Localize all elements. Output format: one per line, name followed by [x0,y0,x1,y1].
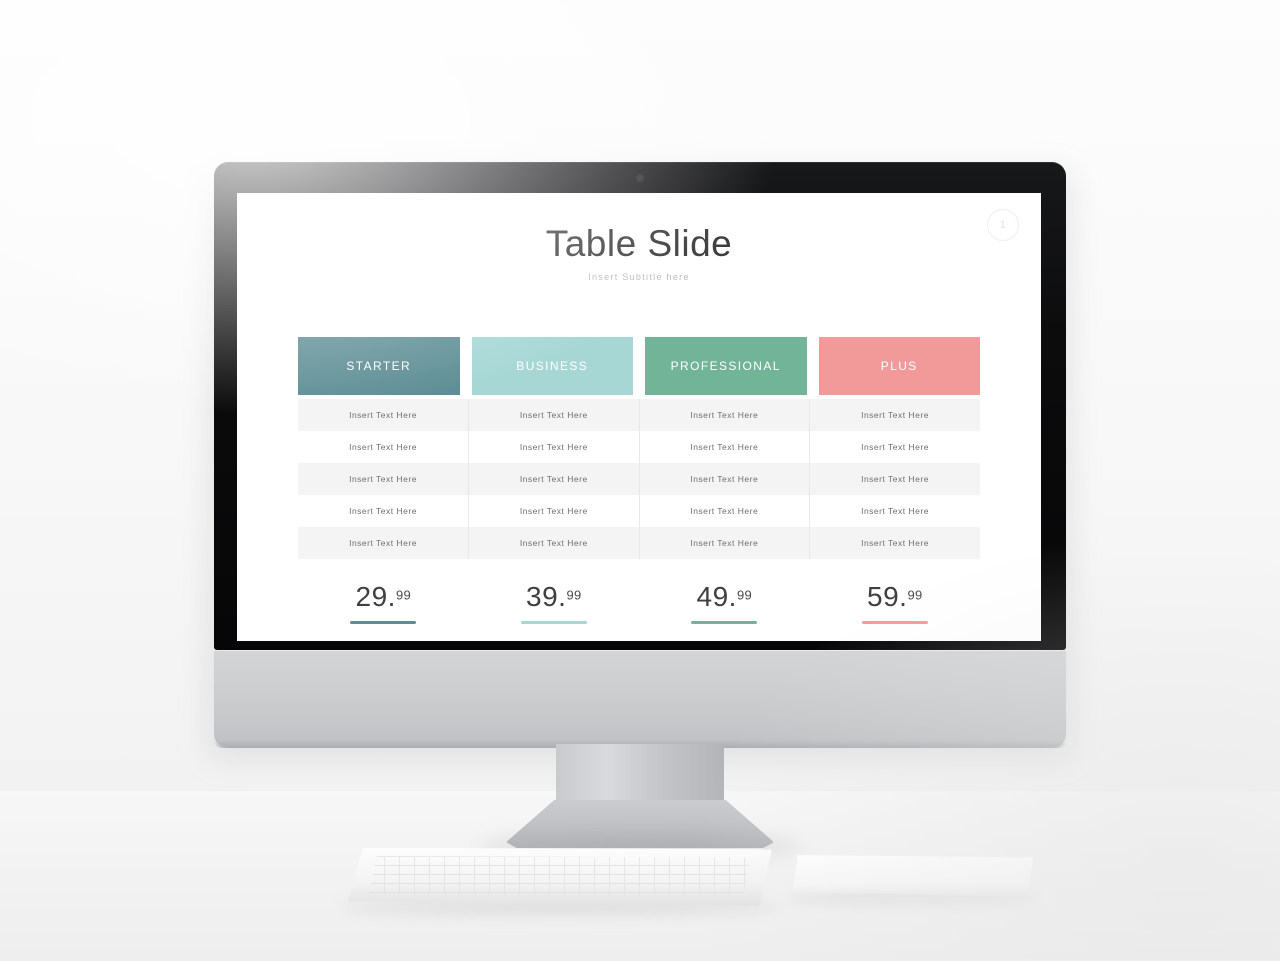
price-underline-bar [520,621,587,624]
table-cell: Insert Text Here [298,431,469,463]
table-row: Insert Text Here Insert Text Here Insert… [298,527,980,559]
presentation-slide: 1 Table Slide Insert Subtitle here START… [237,193,1041,641]
table-cell: Insert Text Here [298,495,469,527]
product-mockup-scene: 1 Table Slide Insert Subtitle here START… [0,0,1280,961]
table-cell: Insert Text Here [809,431,980,463]
price-underline-bar [861,621,928,624]
pricing-table-header-row: STARTER BUSINESS PROFESSIONAL PLUS [298,337,980,395]
table-cell: Insert Text Here [468,527,639,559]
price-plus: 59.99 [810,581,981,624]
table-cell: Insert Text Here [809,463,980,495]
price-cents: 99 [566,587,582,603]
table-cell: Insert Text Here [638,463,810,495]
price-professional: 49.99 [639,581,810,624]
table-cell: Insert Text Here [638,431,810,463]
price-underline-bar [350,621,417,624]
table-cell: Insert Text Here [809,527,980,559]
page-subtitle: Insert Subtitle here [588,272,690,282]
price-cents: 99 [395,587,411,603]
table-cell: Insert Text Here [638,527,810,559]
price-cents: 99 [736,587,752,603]
monitor-chin [214,650,1066,748]
table-cell: Insert Text Here [809,399,980,431]
plan-header-label: PLUS [880,359,918,373]
trackpad-surface [793,855,1033,897]
table-row: Insert Text Here Insert Text Here Insert… [298,495,980,527]
table-cell: Insert Text Here [298,527,469,559]
price-amount: 29. [355,581,396,612]
monitor-screen: 1 Table Slide Insert Subtitle here START… [237,193,1041,641]
table-cell: Insert Text Here [468,463,639,495]
plan-header-label: STARTER [346,359,412,373]
plan-header-label: PROFESSIONAL [670,359,781,373]
table-row: Insert Text Here Insert Text Here Insert… [298,399,980,431]
price-amount: 49. [696,581,737,612]
keyboard-keys [369,856,751,897]
pricing-row: 29.99 39.99 49.99 59.99 [298,581,980,624]
table-cell: Insert Text Here [298,463,469,495]
plan-header-professional[interactable]: PROFESSIONAL [645,337,807,395]
slide-number-badge: 1 [987,209,1019,241]
pricing-feature-table: Insert Text Here Insert Text Here Insert… [298,399,980,559]
price-starter: 29.99 [298,581,469,624]
table-cell: Insert Text Here [638,495,810,527]
table-cell: Insert Text Here [298,399,469,431]
plan-header-business[interactable]: BUSINESS [471,337,633,395]
table-cell: Insert Text Here [468,399,639,431]
table-row: Insert Text Here Insert Text Here Insert… [298,463,980,495]
table-row: Insert Text Here Insert Text Here Insert… [298,431,980,463]
webcam-icon [637,175,643,181]
table-cell: Insert Text Here [809,495,980,527]
plan-header-label: BUSINESS [516,359,589,373]
trackpad [793,855,1033,897]
pricing-table: STARTER BUSINESS PROFESSIONAL PLUS Inser… [298,337,980,624]
monitor: 1 Table Slide Insert Subtitle here START… [206,162,1074,760]
price-business: 39.99 [469,581,640,624]
price-underline-bar [691,621,758,624]
page-title: Table Slide [545,223,733,264]
keyboard [348,848,772,906]
table-cell: Insert Text Here [468,495,639,527]
plan-header-starter[interactable]: STARTER [298,337,460,395]
table-cell: Insert Text Here [468,431,639,463]
monitor-stand-neck [556,744,724,806]
table-cell: Insert Text Here [638,399,810,431]
price-amount: 59. [867,581,908,612]
price-amount: 39. [526,581,567,612]
price-cents: 99 [907,587,923,603]
plan-header-plus[interactable]: PLUS [818,337,980,395]
pricing-table-body: Insert Text Here Insert Text Here Insert… [298,399,980,559]
